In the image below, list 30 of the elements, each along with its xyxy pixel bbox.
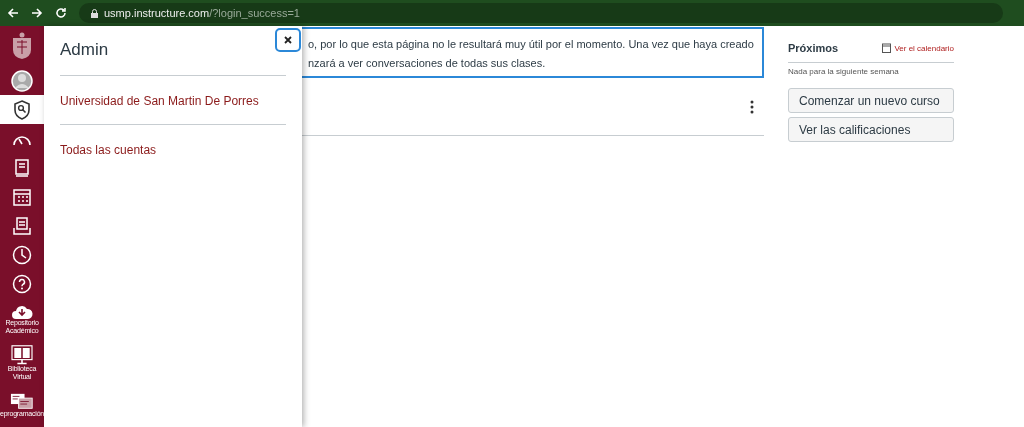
close-icon: [284, 36, 292, 44]
back-icon[interactable]: [7, 7, 19, 19]
avatar-icon: [11, 69, 33, 92]
forward-icon[interactable]: [31, 7, 43, 19]
nav-item[interactable]: [0, 95, 44, 124]
monitor-book-icon: [11, 344, 33, 365]
schedule-icon: [10, 393, 34, 410]
upcoming-heading: Próximos: [788, 42, 839, 54]
reload-icon[interactable]: [55, 7, 67, 19]
empty-message: Nada para la siguiente semana: [788, 67, 900, 76]
calendar-link[interactable]: Ver el calendario: [882, 43, 954, 53]
inbox-icon: [13, 216, 31, 235]
account-link[interactable]: Todas las cuentas: [60, 143, 157, 157]
banner-text: nzará a ver conversaciones de todas sus clases.: [308, 56, 547, 70]
shield-icon: [13, 99, 31, 120]
book-icon: [14, 158, 30, 177]
action-button[interactable]: Ver las calificaciones: [788, 117, 954, 142]
crest-icon: [11, 32, 33, 60]
help-icon: [12, 273, 32, 294]
cloud-download-icon: [11, 304, 33, 319]
more-options-icon[interactable]: [750, 99, 754, 114]
calendar-icon: [13, 187, 31, 206]
lock-icon: [91, 8, 98, 18]
calendar-icon: [882, 43, 892, 53]
account-link[interactable]: Universidad de San Martin De Porres: [60, 94, 259, 108]
address-bar[interactable]: usmp.instructure.com/?login_success=1: [79, 3, 1003, 23]
close-button[interactable]: [275, 28, 301, 52]
action-button[interactable]: Comenzar un nuevo curso: [788, 88, 954, 113]
banner-text: o, por lo que esta página no le resultará muy útil por el momento. Una vez que haya creado: [308, 37, 754, 51]
clock-icon: [12, 244, 32, 265]
